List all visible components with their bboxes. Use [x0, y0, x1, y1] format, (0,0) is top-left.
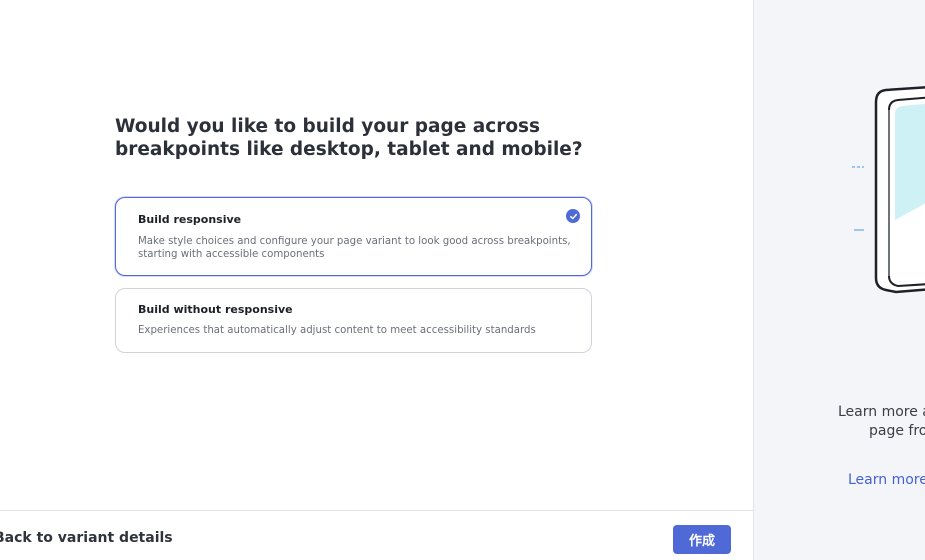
back-to-variant-details-link[interactable]: Back to variant details	[0, 530, 173, 546]
question-line-1: Would you like to build your page across	[115, 116, 541, 137]
side-panel: Learn more a page fro Learn more	[754, 0, 925, 560]
side-text-line-1: Learn more a	[838, 404, 925, 420]
question-line-2: breakpoints like desktop, tablet and mob…	[115, 139, 583, 160]
option-description: Make style choices and configure your pa…	[138, 236, 571, 260]
option-build-without-responsive[interactable]: Build without responsive Experiences tha…	[115, 288, 592, 353]
create-button[interactable]: 作成	[673, 525, 731, 554]
back-label: Back to variant details	[0, 530, 173, 546]
option-description: Experiences that automatically adjust co…	[138, 325, 536, 336]
option-title: Build without responsive	[138, 303, 293, 316]
footer-divider	[0, 510, 753, 511]
learn-more-link[interactable]: Learn more	[848, 472, 925, 488]
side-text-line-2: page fro	[869, 423, 925, 439]
page-question: Would you like to build your page across…	[115, 115, 595, 161]
main-content: Would you like to build your page across…	[0, 0, 753, 560]
checkmark-icon	[566, 209, 580, 223]
option-title: Build responsive	[138, 213, 242, 226]
option-build-responsive[interactable]: Build responsive Make style choices and …	[115, 197, 592, 276]
device-illustration	[852, 86, 925, 294]
